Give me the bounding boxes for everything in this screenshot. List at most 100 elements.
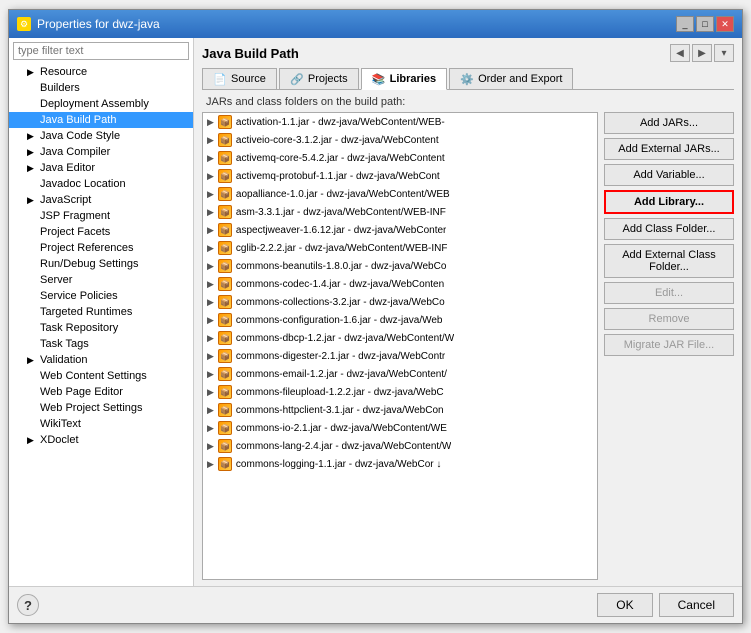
jar-icon: 📦 [218, 241, 232, 255]
jar-icon: 📦 [218, 439, 232, 453]
jar-list-item[interactable]: ▶📦activemq-core-5.4.2.jar - dwz-java/Web… [203, 149, 597, 167]
add-jars-button[interactable]: Add JARs... [604, 112, 734, 134]
source-tab-icon: 📄 [213, 72, 227, 86]
tree-expand-icon: ▶ [27, 355, 37, 366]
jar-list-item[interactable]: ▶📦commons-logging-1.1.jar - dwz-java/Web… [203, 455, 597, 473]
nav-forward-button[interactable]: ▶ [692, 44, 712, 62]
tree-item-web-content-settings[interactable]: Web Content Settings [9, 368, 193, 384]
tree-item-label: Web Project Settings [40, 402, 143, 414]
tree-item-task-tags[interactable]: Task Tags [9, 336, 193, 352]
jar-list-item[interactable]: ▶📦activation-1.1.jar - dwz-java/WebConte… [203, 113, 597, 131]
add-variable-button[interactable]: Add Variable... [604, 164, 734, 186]
jar-icon: 📦 [218, 259, 232, 273]
tree-item-javascript[interactable]: ▶JavaScript [9, 192, 193, 208]
jar-list-item[interactable]: ▶📦activeio-core-3.1.2.jar - dwz-java/Web… [203, 131, 597, 149]
tree-item-service-policies[interactable]: Service Policies [9, 288, 193, 304]
tree-item-validation[interactable]: ▶Validation [9, 352, 193, 368]
tab-order[interactable]: ⚙️Order and Export [449, 68, 573, 89]
tree-item-targeted-runtimes[interactable]: Targeted Runtimes [9, 304, 193, 320]
tree-item-builders[interactable]: Builders [9, 80, 193, 96]
list-expand-icon: ▶ [207, 153, 214, 164]
tree-item-java-compiler[interactable]: ▶Java Compiler [9, 144, 193, 160]
bottom-right-buttons: OK Cancel [597, 593, 734, 617]
jar-list-item[interactable]: ▶📦cglib-2.2.2.jar - dwz-java/WebContent/… [203, 239, 597, 257]
jar-list-item[interactable]: ▶📦commons-email-1.2.jar - dwz-java/WebCo… [203, 365, 597, 383]
maximize-button[interactable]: □ [696, 16, 714, 32]
filter-input[interactable] [13, 42, 189, 60]
tab-projects[interactable]: 🔗Projects [279, 68, 359, 89]
jar-item-label: aspectjweaver-1.6.12.jar - dwz-java/WebC… [236, 225, 446, 236]
jar-list-item[interactable]: ▶📦aopalliance-1.0.jar - dwz-java/WebCont… [203, 185, 597, 203]
projects-tab-label: Projects [308, 73, 348, 85]
jar-list-item[interactable]: ▶📦aspectjweaver-1.6.12.jar - dwz-java/We… [203, 221, 597, 239]
list-expand-icon: ▶ [207, 405, 214, 416]
tree-item-javadoc-location[interactable]: Javadoc Location [9, 176, 193, 192]
jar-list-item[interactable]: ▶📦commons-beanutils-1.8.0.jar - dwz-java… [203, 257, 597, 275]
tree-item-java-code-style[interactable]: ▶Java Code Style [9, 128, 193, 144]
tree-item-label: Project References [40, 242, 134, 254]
tree-item-jsp-fragment[interactable]: JSP Fragment [9, 208, 193, 224]
tree-item-label: XDoclet [40, 434, 79, 446]
tab-libraries[interactable]: 📚Libraries [361, 68, 447, 90]
jar-list-item[interactable]: ▶📦commons-httpclient-3.1.jar - dwz-java/… [203, 401, 597, 419]
libraries-tab-icon: 📚 [372, 72, 386, 86]
tree-item-run/debug-settings[interactable]: Run/Debug Settings [9, 256, 193, 272]
left-panel: ▶ResourceBuildersDeployment AssemblyJava… [9, 38, 194, 586]
add-external-jars-button[interactable]: Add External JARs... [604, 138, 734, 160]
jar-item-label: commons-digester-2.1.jar - dwz-java/WebC… [236, 351, 445, 362]
jar-item-label: activeio-core-3.1.2.jar - dwz-java/WebCo… [236, 135, 439, 146]
ok-button[interactable]: OK [597, 593, 652, 617]
jar-list-item[interactable]: ▶📦commons-configuration-1.6.jar - dwz-ja… [203, 311, 597, 329]
tree-item-deployment-assembly[interactable]: Deployment Assembly [9, 96, 193, 112]
jar-list-item[interactable]: ▶📦commons-digester-2.1.jar - dwz-java/We… [203, 347, 597, 365]
list-expand-icon: ▶ [207, 369, 214, 380]
panel-title: Java Build Path [202, 46, 299, 61]
close-button[interactable]: ✕ [716, 16, 734, 32]
tree-item-wikitext[interactable]: WikiText [9, 416, 193, 432]
add-library-button[interactable]: Add Library... [604, 190, 734, 214]
tree-item-label: Task Tags [40, 338, 89, 350]
right-panel: Java Build Path ◀ ▶ ▾ 📄 Source 🔗Projects📚L… [194, 38, 742, 586]
source-tab-label: Source [231, 73, 266, 85]
properties-dialog: ⚙ Properties for dwz-java _ □ ✕ ▶Resourc… [8, 9, 743, 624]
tree-item-server[interactable]: Server [9, 272, 193, 288]
tree-item-web-page-editor[interactable]: Web Page Editor [9, 384, 193, 400]
jar-item-label: activation-1.1.jar - dwz-java/WebContent… [236, 117, 445, 128]
minimize-button[interactable]: _ [676, 16, 694, 32]
cancel-button[interactable]: Cancel [659, 593, 734, 617]
jar-list-item[interactable]: ▶📦commons-lang-2.4.jar - dwz-java/WebCon… [203, 437, 597, 455]
jar-list-item[interactable]: ▶📦commons-collections-3.2.jar - dwz-java… [203, 293, 597, 311]
jar-list-item[interactable]: ▶📦commons-fileupload-1.2.2.jar - dwz-jav… [203, 383, 597, 401]
jar-list-item[interactable]: ▶📦commons-codec-1.4.jar - dwz-java/WebCo… [203, 275, 597, 293]
tree-item-java-editor[interactable]: ▶Java Editor [9, 160, 193, 176]
nav-menu-button[interactable]: ▾ [714, 44, 734, 62]
add-class-folder-button[interactable]: Add Class Folder... [604, 218, 734, 240]
tree-item-label: Task Repository [40, 322, 118, 334]
list-expand-icon: ▶ [207, 117, 214, 128]
tree-item-xdoclet[interactable]: ▶XDoclet [9, 432, 193, 448]
jar-list-item[interactable]: ▶📦asm-3.3.1.jar - dwz-java/WebContent/WE… [203, 203, 597, 221]
add-external-class-folder-button[interactable]: Add External Class Folder... [604, 244, 734, 278]
jar-list-item[interactable]: ▶📦commons-dbcp-1.2.jar - dwz-java/WebCon… [203, 329, 597, 347]
tree-item-project-references[interactable]: Project References [9, 240, 193, 256]
migrate-button: Migrate JAR File... [604, 334, 734, 356]
tree-item-web-project-settings[interactable]: Web Project Settings [9, 400, 193, 416]
tree-item-label: JavaScript [40, 194, 91, 206]
help-button[interactable]: ? [17, 594, 39, 616]
jar-icon: 📦 [218, 421, 232, 435]
jar-icon: 📦 [218, 151, 232, 165]
tree-item-task-repository[interactable]: Task Repository [9, 320, 193, 336]
jar-list-item[interactable]: ▶📦activemq-protobuf-1.1.jar - dwz-java/W… [203, 167, 597, 185]
tree-item-resource[interactable]: ▶Resource [9, 64, 193, 80]
tree-item-label: Builders [40, 82, 80, 94]
tree-area: ▶ResourceBuildersDeployment AssemblyJava… [9, 64, 193, 586]
tree-item-project-facets[interactable]: Project Facets [9, 224, 193, 240]
list-expand-icon: ▶ [207, 351, 214, 362]
tree-expand-icon: ▶ [27, 195, 37, 206]
nav-back-button[interactable]: ◀ [670, 44, 690, 62]
tree-item-java-build-path[interactable]: Java Build Path [9, 112, 193, 128]
jar-item-label: commons-lang-2.4.jar - dwz-java/WebConte… [236, 441, 451, 452]
tab-source[interactable]: 📄 Source [202, 68, 277, 89]
jar-list-item[interactable]: ▶📦commons-io-2.1.jar - dwz-java/WebConte… [203, 419, 597, 437]
jar-list[interactable]: ▶ 📦 activation-1.1.jar - dwz-java/WebConte… [202, 112, 598, 580]
